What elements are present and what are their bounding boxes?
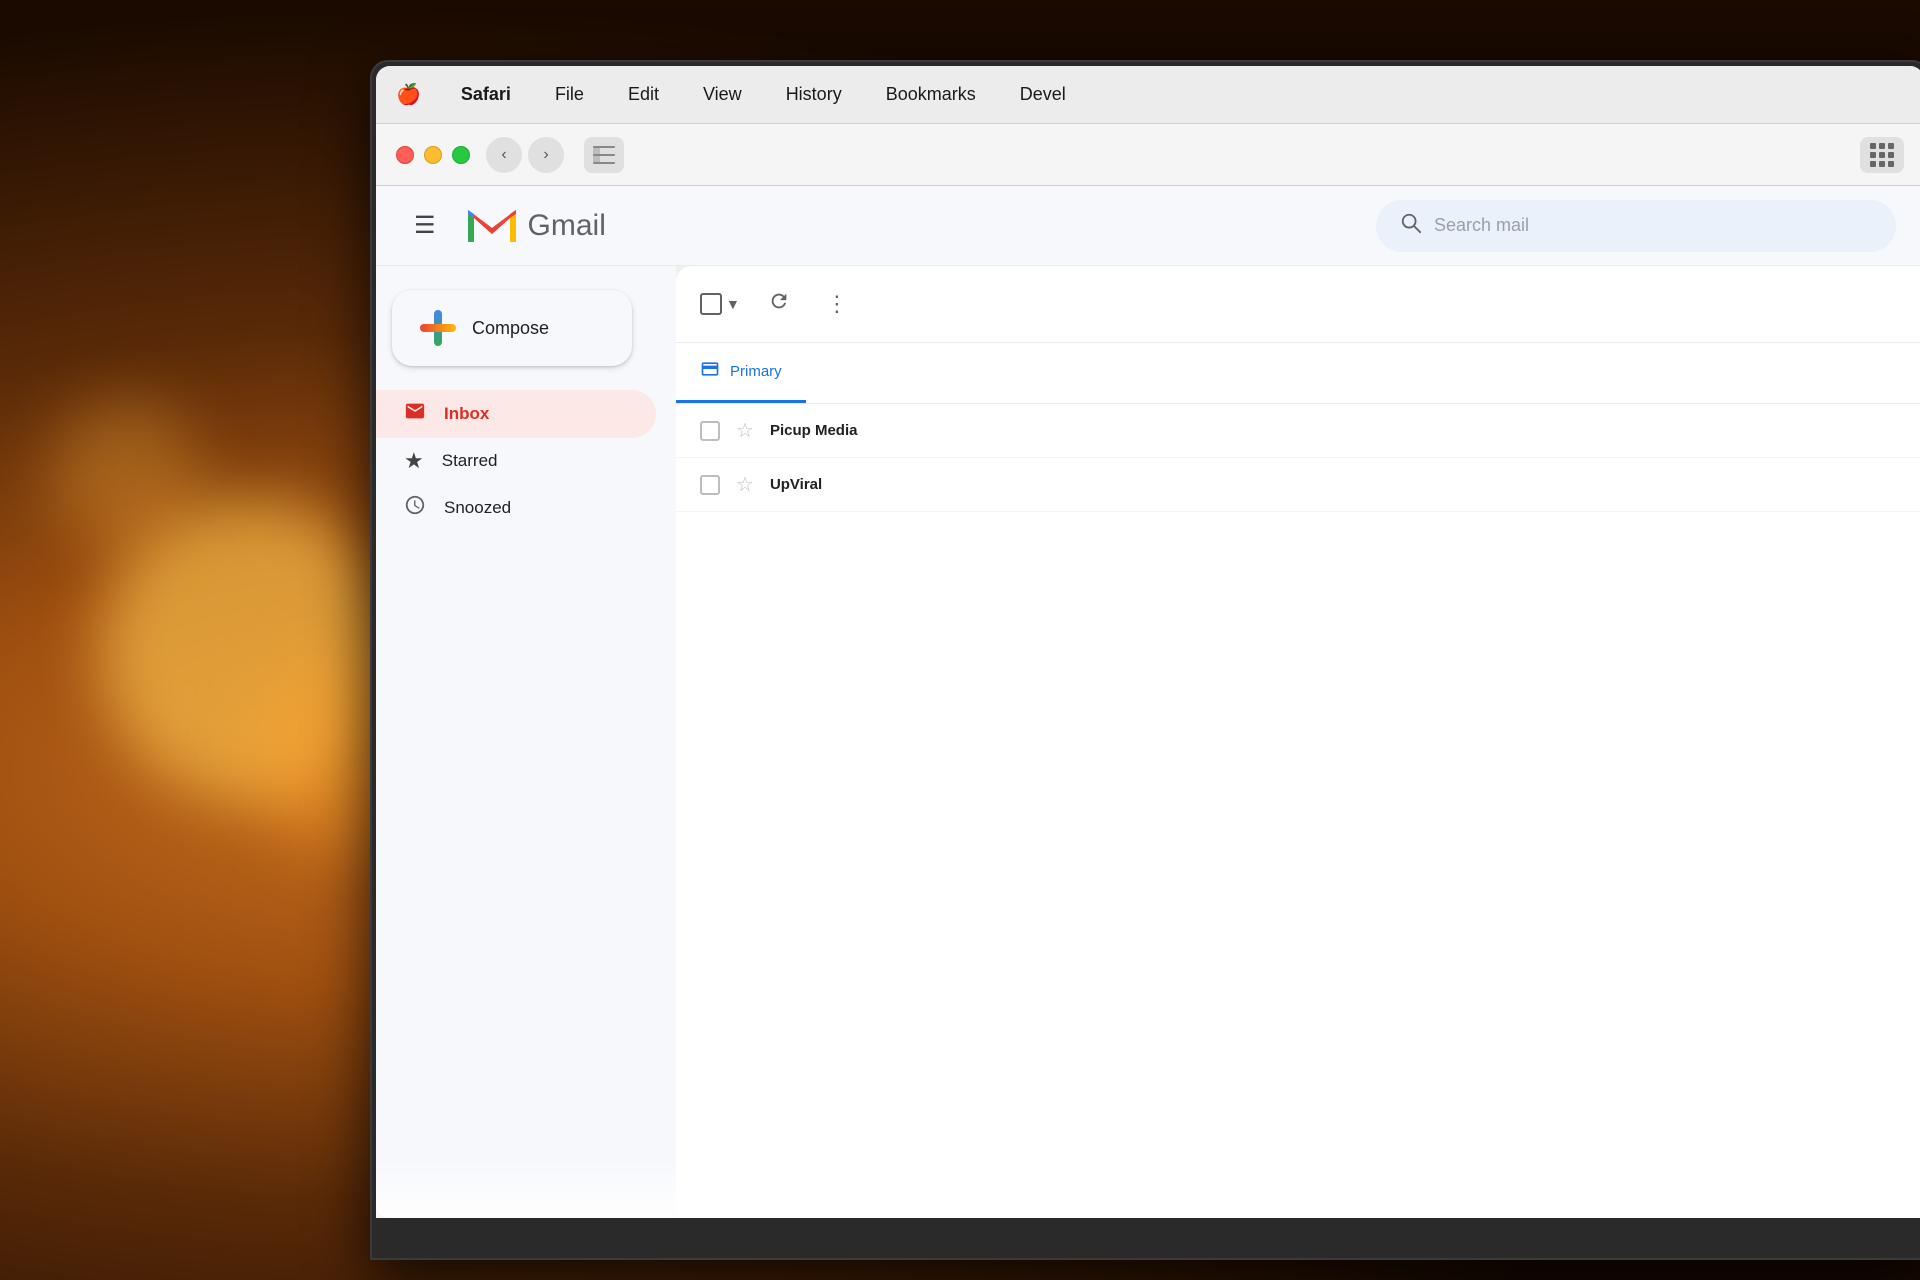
search-icon [1400,212,1422,240]
select-dropdown-arrow[interactable]: ▼ [726,296,740,312]
file-menu[interactable]: File [547,80,592,109]
table-row[interactable]: ☆ UpViral [676,458,1920,512]
gmail-logo: Gmail [466,206,606,246]
gmail-sidebar: Compose Inbox ★ Starred [376,266,676,1218]
primary-tab-icon [700,359,720,384]
minimize-button[interactable] [424,146,442,164]
maximize-button[interactable] [452,146,470,164]
devel-menu[interactable]: Devel [1012,80,1074,109]
gmail-header: ☰ [376,186,1920,266]
compose-label: Compose [472,318,549,339]
forward-arrow-icon: › [543,146,548,164]
gmail-menu-icon[interactable]: ☰ [404,201,446,250]
email-checkbox[interactable] [700,421,720,441]
gmail-body: Compose Inbox ★ Starred [376,266,1920,1218]
sidebar-starred-label: Starred [442,451,498,471]
star-button[interactable]: ☆ [736,418,754,443]
table-row[interactable]: ☆ Picup Media [676,404,1920,458]
macos-menubar: 🍎 Safari File Edit View History Bookmark… [376,66,1920,124]
star-button[interactable]: ☆ [736,472,754,497]
search-placeholder-text: Search mail [1434,215,1529,236]
star-icon: ★ [404,448,424,474]
forward-button[interactable]: › [528,137,564,173]
email-sender: UpViral [770,476,970,493]
tab-primary-label: Primary [730,363,782,380]
close-button[interactable] [396,146,414,164]
clock-icon [404,494,426,522]
select-all-checkbox[interactable] [700,293,722,315]
app-grid-icon [1870,143,1894,167]
bokeh-light-3 [50,400,200,550]
sidebar-item-snoozed[interactable]: Snoozed [376,484,656,532]
view-menu[interactable]: View [695,80,750,109]
laptop-frame: 🍎 Safari File Edit View History Bookmark… [370,60,1920,1260]
history-menu[interactable]: History [778,80,850,109]
laptop-screen: 🍎 Safari File Edit View History Bookmark… [376,66,1920,1218]
sidebar-snoozed-label: Snoozed [444,498,511,518]
gmail-m-logo [466,206,518,246]
sidebar-item-inbox[interactable]: Inbox [376,390,656,438]
back-button[interactable]: ‹ [486,137,522,173]
edit-menu[interactable]: Edit [620,80,667,109]
gmail-app: ☰ [376,186,1920,1218]
search-bar[interactable]: Search mail [1376,200,1896,252]
apple-menu[interactable]: 🍎 [396,82,421,107]
back-arrow-icon: ‹ [501,146,506,164]
compose-button[interactable]: Compose [392,290,632,366]
gmail-tabs: Primary [676,343,1920,404]
tab-primary[interactable]: Primary [676,343,806,403]
app-grid-button[interactable] [1860,137,1904,173]
select-all-wrap[interactable]: ▼ [700,293,740,315]
bookmarks-menu[interactable]: Bookmarks [878,80,984,109]
nav-group: ‹ › [486,137,564,173]
safari-toolbar: ‹ › [376,124,1920,186]
more-options-button[interactable]: ⋮ [818,283,856,325]
gmail-wordmark: Gmail [528,209,606,243]
safari-menu[interactable]: Safari [453,80,519,109]
email-sender: Picup Media [770,422,970,439]
sidebar-toggle-button[interactable] [584,137,624,173]
gmail-toolbar: ▼ ⋮ [676,266,1920,343]
gmail-main: ▼ ⋮ [676,266,1920,1218]
compose-plus-icon [420,310,456,346]
sidebar-toggle-icon [593,146,615,164]
sidebar-inbox-label: Inbox [444,404,489,424]
traffic-lights [396,146,470,164]
email-checkbox[interactable] [700,475,720,495]
inbox-icon [404,400,426,428]
refresh-button[interactable] [760,282,798,326]
email-list: ☆ Picup Media ☆ UpViral [676,404,1920,512]
sidebar-item-starred[interactable]: ★ Starred [376,438,656,484]
